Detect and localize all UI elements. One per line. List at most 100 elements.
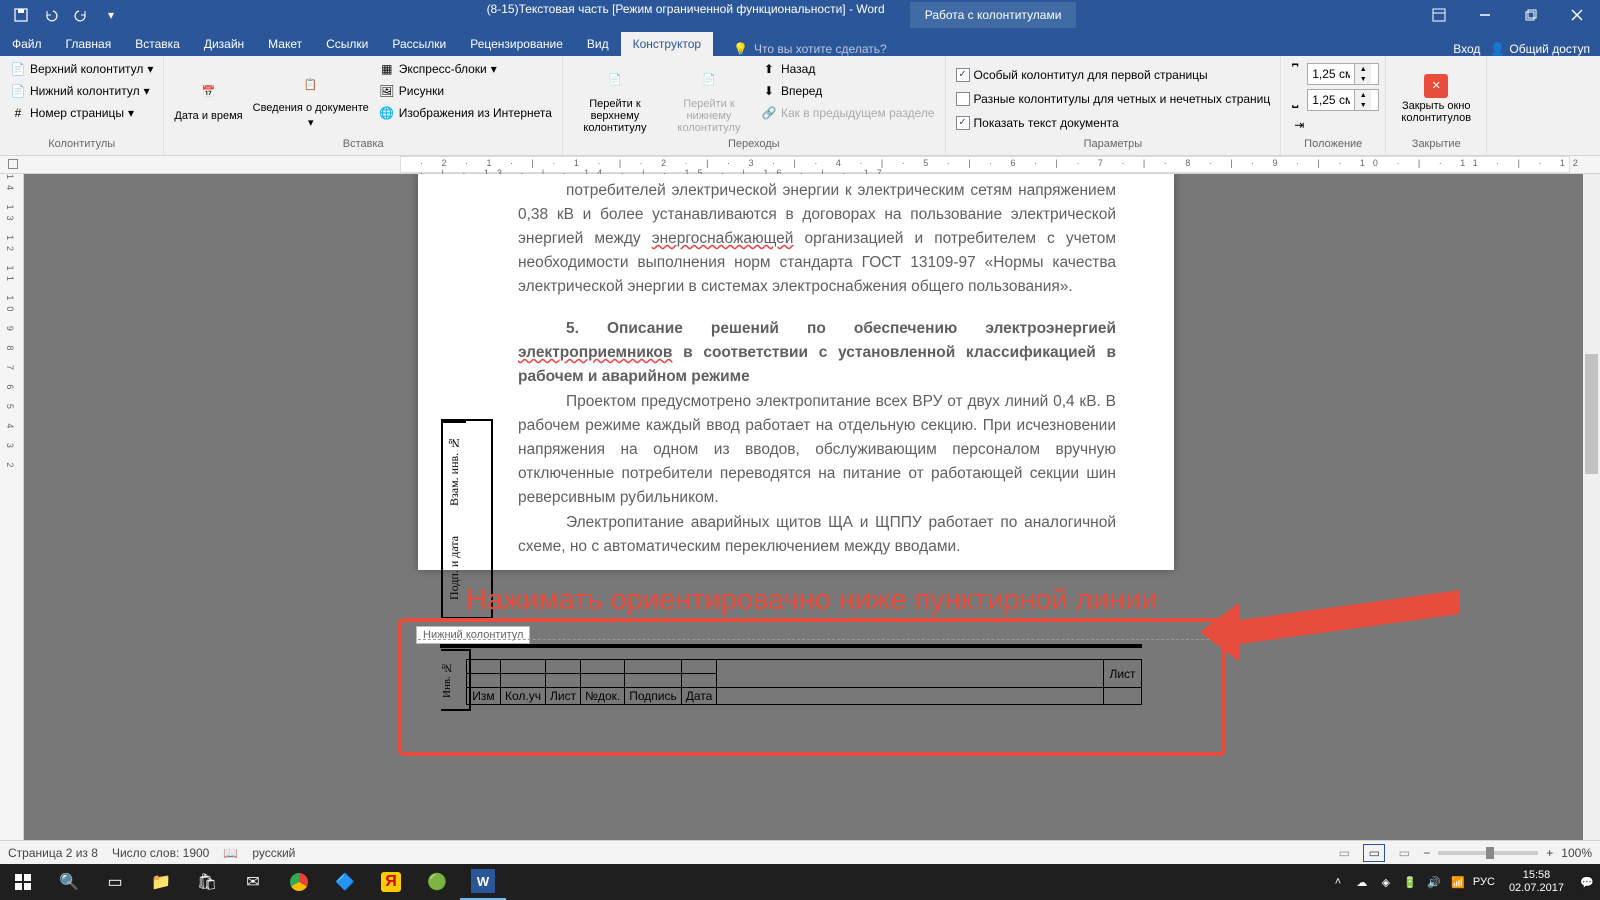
start-button[interactable] bbox=[0, 864, 46, 900]
context-tab-title: Работа с колонтитулами bbox=[910, 2, 1077, 28]
checkbox-icon bbox=[956, 92, 970, 106]
tell-me-input[interactable]: 💡 Что вы хотите сделать? bbox=[713, 42, 887, 56]
spellcheck-icon[interactable]: 📖 bbox=[223, 846, 238, 860]
next-icon: ⬇ bbox=[761, 83, 777, 99]
explorer-icon[interactable]: 📁 bbox=[138, 864, 184, 900]
annotation-text: Нажимать ориентировачно ниже пунктирной … bbox=[466, 584, 1157, 617]
vertical-ruler[interactable]: 14 13 12 11 10 9 8 7 6 5 4 3 2 bbox=[0, 174, 24, 864]
zoom-in-button[interactable]: + bbox=[1546, 846, 1553, 860]
undo-icon[interactable] bbox=[38, 2, 64, 28]
ribbon-options-icon[interactable] bbox=[1416, 0, 1462, 30]
tab-design[interactable]: Дизайн bbox=[192, 32, 256, 56]
signin-button[interactable]: Вход bbox=[1453, 42, 1480, 56]
keyboard-lang[interactable]: РУС bbox=[1473, 876, 1495, 888]
zoom-level[interactable]: 100% bbox=[1561, 846, 1592, 860]
document-area: 14 13 12 11 10 9 8 7 6 5 4 3 2 потребите… bbox=[0, 174, 1600, 864]
tab-layout[interactable]: Макет bbox=[256, 32, 314, 56]
tab-insert[interactable]: Вставка bbox=[123, 32, 192, 56]
app-icon[interactable]: 🔷 bbox=[322, 864, 368, 900]
annotation-arrow-icon bbox=[1200, 572, 1470, 662]
chrome-icon[interactable] bbox=[276, 864, 322, 900]
pictures-button[interactable]: 🖼Рисунки bbox=[375, 81, 556, 101]
wifi-icon[interactable]: 📶 bbox=[1449, 873, 1467, 891]
checkbox-icon: ✓ bbox=[956, 68, 970, 82]
read-mode-icon[interactable]: ▭ bbox=[1333, 844, 1355, 862]
maximize-icon[interactable] bbox=[1508, 0, 1554, 30]
group-label: Вставка bbox=[170, 138, 556, 152]
group-navigation: 📄Перейти к верхнему колонтитулу 📄Перейти… bbox=[563, 56, 946, 155]
tab-mailings[interactable]: Рассылки bbox=[380, 32, 458, 56]
ribbon: 📄Верхний колонтитул▾ 📄Нижний колонтитул▾… bbox=[0, 56, 1600, 156]
checkbox-icon: ✓ bbox=[956, 116, 970, 130]
diff-first-checkbox[interactable]: ✓Особый колонтитул для первой страницы bbox=[952, 66, 1275, 84]
zoom-out-button[interactable]: − bbox=[1423, 846, 1430, 860]
header-button[interactable]: 📄Верхний колонтитул▾ bbox=[6, 59, 157, 79]
insert-tab-button[interactable]: ⇥ bbox=[1287, 115, 1379, 135]
horizontal-ruler[interactable]: · 2 · 1 · | · 1 · | · 2 · | · 3 · | · 4 … bbox=[0, 156, 1600, 174]
word-count[interactable]: Число слов: 1900 bbox=[112, 846, 209, 860]
tab-view[interactable]: Вид bbox=[575, 32, 621, 56]
zoom-slider[interactable] bbox=[1438, 851, 1538, 855]
tab-references[interactable]: Ссылки bbox=[314, 32, 380, 56]
document-title: (8-15)Текстовая часть [Режим ограниченно… bbox=[472, 2, 900, 28]
share-button[interactable]: 👤 Общий доступ bbox=[1490, 42, 1590, 56]
diff-odd-checkbox[interactable]: Разные колонтитулы для четных и нечетных… bbox=[952, 90, 1275, 108]
tab-designer[interactable]: Конструктор bbox=[621, 32, 713, 56]
mail-icon[interactable]: ✉ bbox=[230, 864, 276, 900]
qat-customize-icon[interactable]: ▾ bbox=[98, 2, 124, 28]
paragraph: Проектом предусмотрено электропитание вс… bbox=[518, 390, 1116, 510]
store-icon[interactable]: 🛍 bbox=[184, 864, 230, 900]
group-options: ✓Особый колонтитул для первой страницы Р… bbox=[946, 56, 1282, 155]
word-icon[interactable]: W bbox=[460, 864, 506, 900]
onedrive-icon[interactable]: ☁ bbox=[1353, 873, 1371, 891]
footer-icon: 📄 bbox=[10, 83, 26, 99]
close-icon[interactable] bbox=[1554, 0, 1600, 30]
close-header-footer-button[interactable]: ✕Закрыть окно колонтитулов bbox=[1392, 59, 1480, 138]
minimize-icon[interactable] bbox=[1462, 0, 1508, 30]
redo-icon[interactable] bbox=[68, 2, 94, 28]
tab-review[interactable]: Рецензирование bbox=[458, 32, 575, 56]
print-layout-icon[interactable]: ▭ bbox=[1363, 844, 1385, 862]
search-icon[interactable]: 🔍 bbox=[46, 864, 92, 900]
bluetooth-icon[interactable]: ◈ bbox=[1377, 873, 1395, 891]
vertical-scrollbar[interactable] bbox=[1583, 174, 1600, 864]
close-red-icon: ✕ bbox=[1424, 74, 1448, 98]
docinfo-button[interactable]: 📋Сведения о документе▾ bbox=[249, 59, 373, 138]
page[interactable]: потребителей электрической энергии к эле… bbox=[418, 174, 1174, 570]
tab-home[interactable]: Главная bbox=[54, 32, 124, 56]
page-number-button[interactable]: #Номер страницы▾ bbox=[6, 103, 157, 123]
heading: 5. Описание решений по обеспечению элект… bbox=[518, 317, 1116, 389]
group-label: Переходы bbox=[569, 138, 939, 152]
goto-header-button[interactable]: 📄Перейти к верхнему колонтитулу bbox=[569, 59, 661, 138]
group-position: ⎴▲▼ ⎵▲▼ ⇥ Положение bbox=[1281, 56, 1386, 155]
volume-icon[interactable]: 🔊 bbox=[1425, 873, 1443, 891]
annotation-box bbox=[398, 618, 1226, 756]
save-icon[interactable] bbox=[8, 2, 34, 28]
notifications-icon[interactable]: 💬 bbox=[1578, 873, 1596, 891]
yandex-icon[interactable]: Я bbox=[368, 864, 414, 900]
tray-chevron-icon[interactable]: ˄ bbox=[1329, 873, 1347, 891]
online-pictures-button[interactable]: 🌐Изображения из Интернета bbox=[375, 103, 556, 123]
footer-button[interactable]: 📄Нижний колонтитул▾ bbox=[6, 81, 157, 101]
footer-bottom-spinner[interactable]: ▲▼ bbox=[1307, 89, 1379, 111]
show-doc-checkbox[interactable]: ✓Показать текст документа bbox=[952, 114, 1275, 132]
battery-icon[interactable]: 🔋 bbox=[1401, 873, 1419, 891]
scrollbar-thumb[interactable] bbox=[1585, 354, 1598, 474]
language-indicator[interactable]: русский bbox=[252, 846, 295, 860]
next-button[interactable]: ⬇Вперед bbox=[757, 81, 939, 101]
tab-file[interactable]: Файл bbox=[0, 32, 54, 56]
goto-header-icon: 📄 bbox=[599, 64, 631, 96]
share-icon: 👤 bbox=[1490, 42, 1505, 56]
quickparts-button[interactable]: ▦Экспресс-блоки▾ bbox=[375, 59, 556, 79]
page-indicator[interactable]: Страница 2 из 8 bbox=[8, 846, 98, 860]
datetime-button[interactable]: 📅Дата и время bbox=[170, 59, 246, 138]
group-headers-footers: 📄Верхний колонтитул▾ 📄Нижний колонтитул▾… bbox=[0, 56, 164, 155]
clock[interactable]: 15:58 02.07.2017 bbox=[1501, 869, 1572, 895]
app2-icon[interactable]: 🟢 bbox=[414, 864, 460, 900]
taskview-icon[interactable]: ▭ bbox=[92, 864, 138, 900]
status-bar: Страница 2 из 8 Число слов: 1900 📖 русск… bbox=[0, 840, 1600, 864]
web-layout-icon[interactable]: ▭ bbox=[1393, 844, 1415, 862]
prev-button[interactable]: ⬆Назад bbox=[757, 59, 939, 79]
group-label: Закрытие bbox=[1392, 138, 1480, 152]
header-top-spinner[interactable]: ▲▼ bbox=[1307, 63, 1379, 85]
